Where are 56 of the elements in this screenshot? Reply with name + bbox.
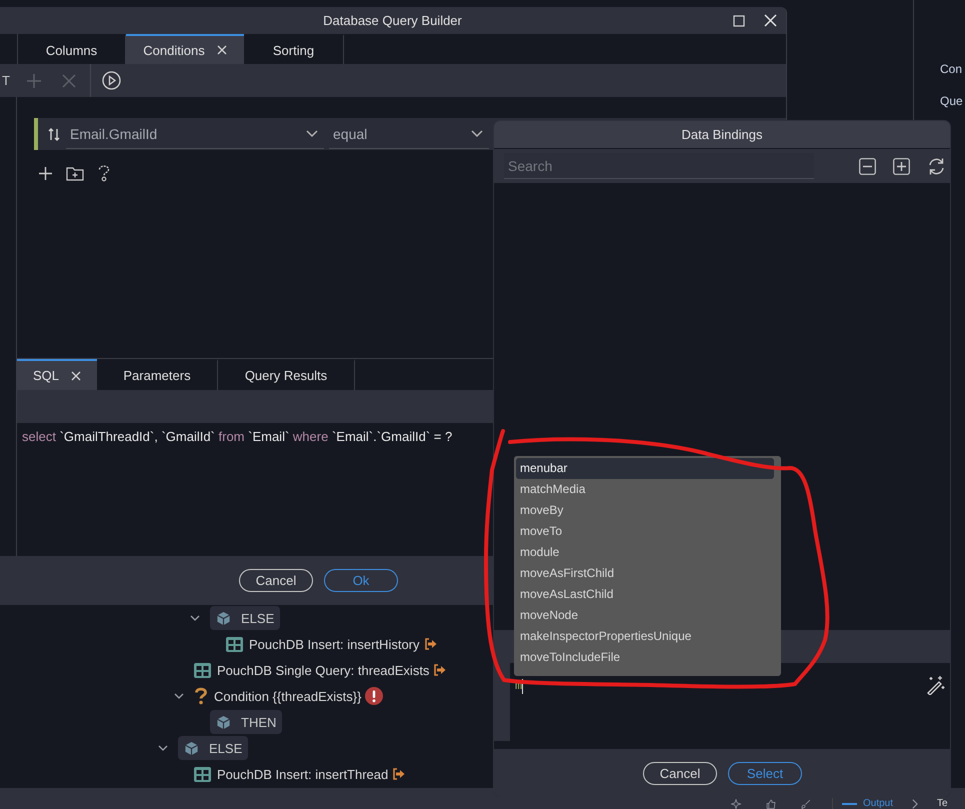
suggestion-item[interactable]: moveNode xyxy=(516,605,774,626)
output-tab[interactable]: Output xyxy=(842,798,894,809)
exit-arrow-icon xyxy=(392,768,406,780)
table-icon xyxy=(194,766,211,782)
tree-item-label[interactable]: PouchDB Insert: insertHistory xyxy=(249,636,420,652)
cube-icon xyxy=(216,610,231,626)
operator-dropdown[interactable]: equal xyxy=(329,119,489,149)
suggestion-item[interactable]: moveToIncludeFile xyxy=(516,647,774,668)
branch-badge[interactable]: ELSE xyxy=(210,606,280,630)
sql-code-line: select `GmailThreadId`, `GmailId` from `Email` where `Email`.`GmailId` = ? xyxy=(22,429,452,444)
chevron-icon[interactable] xyxy=(910,799,920,809)
select-button[interactable]: Select xyxy=(728,762,802,784)
panel-label[interactable]: Con xyxy=(940,62,962,76)
window-title: Data Bindings xyxy=(682,127,762,142)
cube-icon xyxy=(216,714,231,730)
table-icon xyxy=(226,636,243,652)
collapse-icon[interactable] xyxy=(859,158,876,174)
suggestion-item[interactable]: moveBy xyxy=(516,500,774,521)
branch-badge[interactable]: ELSE xyxy=(178,736,248,760)
tree-item-label[interactable]: PouchDB Insert: insertThread xyxy=(217,766,388,782)
ok-button[interactable]: Ok xyxy=(324,569,398,592)
cancel-button[interactable]: Cancel xyxy=(643,762,717,784)
chevron-icon xyxy=(306,130,318,138)
suggestion-item[interactable]: moveAsLastChild xyxy=(516,584,774,605)
tab[interactable]: Conditions xyxy=(126,34,244,64)
table-icon xyxy=(194,662,211,678)
panel-tab-label[interactable]: Te xyxy=(937,798,948,809)
maximize-icon[interactable] xyxy=(733,15,745,27)
exit-arrow-icon xyxy=(433,664,446,676)
folder-plus-icon[interactable] xyxy=(66,166,84,180)
tree-item-label[interactable]: Condition {{threadExists}} xyxy=(214,688,362,704)
cube-icon xyxy=(184,740,199,756)
exit-arrow-icon xyxy=(424,638,437,650)
suggestion-item[interactable]: module xyxy=(516,542,774,563)
expand-icon[interactable] xyxy=(893,158,910,174)
suggestion-item[interactable]: moveAsFirstChild xyxy=(516,563,774,584)
window-title: Database Query Builder xyxy=(323,13,462,28)
branch-badge[interactable]: THEN xyxy=(210,710,282,734)
tree-item-label[interactable]: PouchDB Single Query: threadExists xyxy=(217,662,430,678)
toolbar-label[interactable]: T xyxy=(2,73,14,88)
search-bar[interactable]: Search xyxy=(494,149,950,183)
question-mark-icon xyxy=(194,687,208,705)
suggestion-item[interactable]: menubar xyxy=(516,458,774,479)
cancel-button[interactable]: Cancel xyxy=(239,569,313,592)
tab[interactable]: SQL xyxy=(17,359,97,390)
sort-icon[interactable] xyxy=(48,128,60,140)
panel-label[interactable]: Que xyxy=(940,94,963,108)
help-icon[interactable] xyxy=(97,164,111,182)
suggestion-item[interactable]: matchMedia xyxy=(516,479,774,500)
field-dropdown[interactable]: Email.GmailId xyxy=(66,119,324,149)
suggestion-item[interactable]: moveTo xyxy=(516,521,774,542)
suggestion-item[interactable]: makeInspectorPropertiesUnique xyxy=(516,626,774,647)
chevron-icon xyxy=(471,130,483,138)
play-icon[interactable] xyxy=(102,71,121,90)
refresh-icon[interactable] xyxy=(927,156,946,176)
magic-wand-icon[interactable] xyxy=(925,675,945,695)
